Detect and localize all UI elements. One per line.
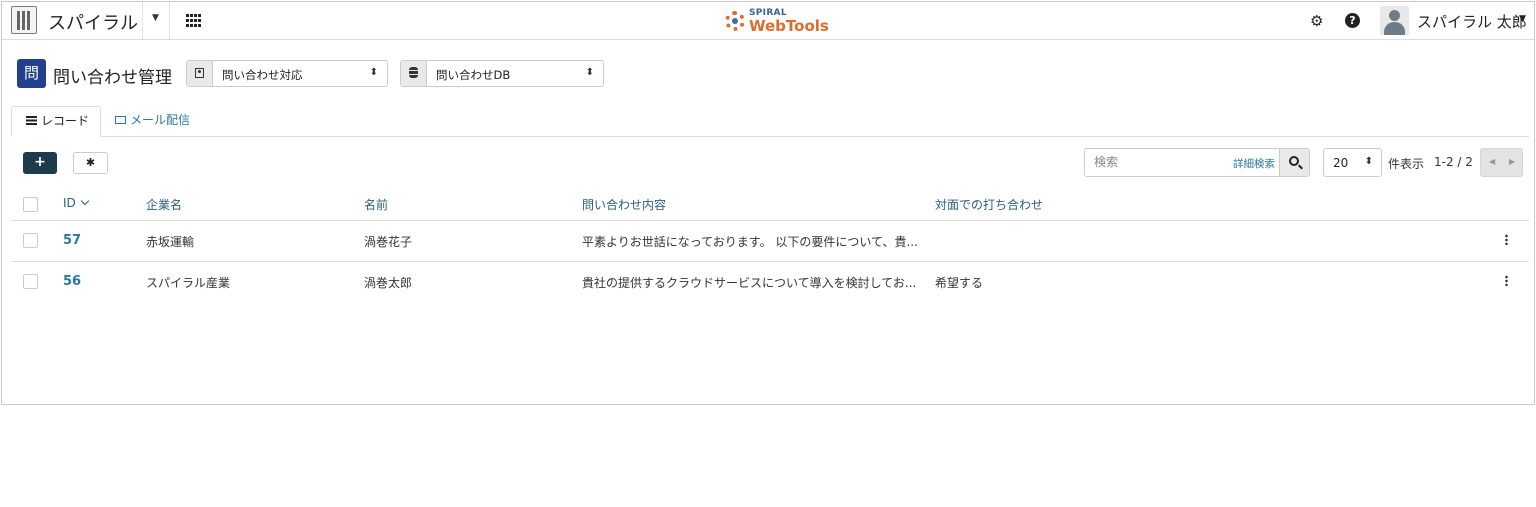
column-header-company[interactable]: 企業名 (146, 196, 182, 213)
per-page-value: 20 (1333, 156, 1349, 170)
list-icon (26, 116, 37, 125)
table-row[interactable]: 57 赤坂運輸 渦巻花子 平素よりお世話になっております。 以下の要件について、… (11, 221, 1529, 262)
column-header-inquiry[interactable]: 問い合わせ内容 (582, 196, 666, 213)
cell-company: スパイラル産業 (146, 276, 231, 290)
apps-grid-icon[interactable] (186, 14, 201, 27)
logo-gear-icon (725, 11, 745, 31)
record-id-link[interactable]: 57 (63, 233, 81, 248)
user-avatar-icon[interactable] (1380, 6, 1409, 35)
column-header-id[interactable]: ID (63, 196, 90, 210)
tab-mail-label: メール配信 (130, 113, 191, 127)
search-button[interactable] (1279, 149, 1309, 176)
search-icon (1289, 156, 1299, 166)
mail-icon (115, 116, 126, 124)
record-count: 1-2 / 2 (1434, 155, 1473, 169)
select-arrows-icon: ⬍ (1364, 156, 1373, 167)
tab-mail-delivery[interactable]: メール配信 (115, 106, 190, 137)
tab-bar: レコード メール配信 (11, 106, 1529, 137)
spiral-webtools-logo[interactable]: SPIRAL WebTools (723, 7, 829, 37)
search-input[interactable] (1094, 155, 1224, 169)
db-badge: 問 (17, 59, 46, 88)
row-checkbox[interactable] (23, 274, 38, 289)
gear-icon: ✱ (85, 156, 96, 169)
cell-inquiry: 貴社の提供するクラウドサービスについて導入を検討してお... (582, 276, 917, 290)
app-select[interactable]: 問い合わせ対応 ⬍ (186, 60, 388, 87)
advanced-search-link[interactable]: 詳細検索 (1233, 156, 1275, 171)
cell-company: 赤坂運輸 (146, 235, 195, 249)
kebab-icon[interactable] (1505, 234, 1508, 245)
help-icon[interactable]: ? (1345, 13, 1360, 28)
next-page-button[interactable]: ▶ (1509, 157, 1515, 166)
cell-inquiry: 平素よりお世話になっております。 以下の要件について、貴... (582, 235, 918, 249)
building-icon[interactable] (11, 6, 37, 34)
database-icon (401, 61, 427, 86)
cell-meeting: 希望する (935, 276, 984, 290)
app-name[interactable]: スパイラル (48, 9, 138, 35)
prev-page-button[interactable]: ◀ (1489, 157, 1495, 166)
top-bar: スパイラル ▼ SPIRAL WebTools ⚙ ? スパイラル 太郎 ▼ (2, 2, 1534, 40)
column-header-meeting[interactable]: 対面での打ち合わせ (935, 196, 1043, 213)
db-select[interactable]: 問い合わせDB ⬍ (400, 60, 604, 87)
logo-bottom-text: WebTools (749, 17, 829, 35)
cell-name: 渦巻太郎 (364, 276, 413, 290)
add-record-button[interactable]: + (23, 152, 57, 174)
caret-down-icon: ▼ (152, 13, 159, 23)
sort-down-icon (80, 196, 90, 206)
per-page-select[interactable]: 20 ⬍ (1323, 148, 1382, 177)
app-select-value: 問い合わせ対応 (222, 68, 303, 82)
tab-records-label: レコード (41, 114, 90, 128)
table-header: ID 企業名 名前 問い合わせ内容 対面での打ち合わせ (11, 186, 1529, 221)
app-switcher-dropdown[interactable]: ▼ (142, 2, 170, 39)
page-title: 問い合わせ管理 (53, 68, 172, 88)
gears-icon[interactable]: ⚙ (1310, 12, 1323, 30)
column-header-name[interactable]: 名前 (364, 196, 388, 213)
select-arrows-icon: ⬍ (369, 67, 378, 78)
app-window: スパイラル ▼ SPIRAL WebTools ⚙ ? スパイラル 太郎 ▼ 問… (1, 1, 1535, 405)
user-name[interactable]: スパイラル 太郎 (1417, 11, 1527, 32)
select-arrows-icon: ⬍ (585, 67, 594, 78)
search-box: 詳細検索 (1084, 148, 1310, 177)
person-icon (187, 61, 213, 86)
tab-records[interactable]: レコード (11, 106, 101, 137)
settings-button[interactable]: ✱ (73, 152, 108, 174)
cell-name: 渦巻花子 (364, 235, 413, 249)
select-all-checkbox[interactable] (23, 197, 38, 212)
per-page-label: 件表示 (1388, 157, 1425, 171)
db-select-value: 問い合わせDB (436, 68, 511, 82)
table-row[interactable]: 56 スパイラル産業 渦巻太郎 貴社の提供するクラウドサービスについて導入を検討… (11, 262, 1529, 303)
kebab-icon[interactable] (1505, 275, 1508, 286)
pagination: ◀ ▶ (1480, 148, 1523, 177)
user-menu-caret-icon[interactable]: ▼ (1519, 14, 1526, 24)
row-checkbox[interactable] (23, 233, 38, 248)
record-id-link[interactable]: 56 (63, 274, 81, 289)
